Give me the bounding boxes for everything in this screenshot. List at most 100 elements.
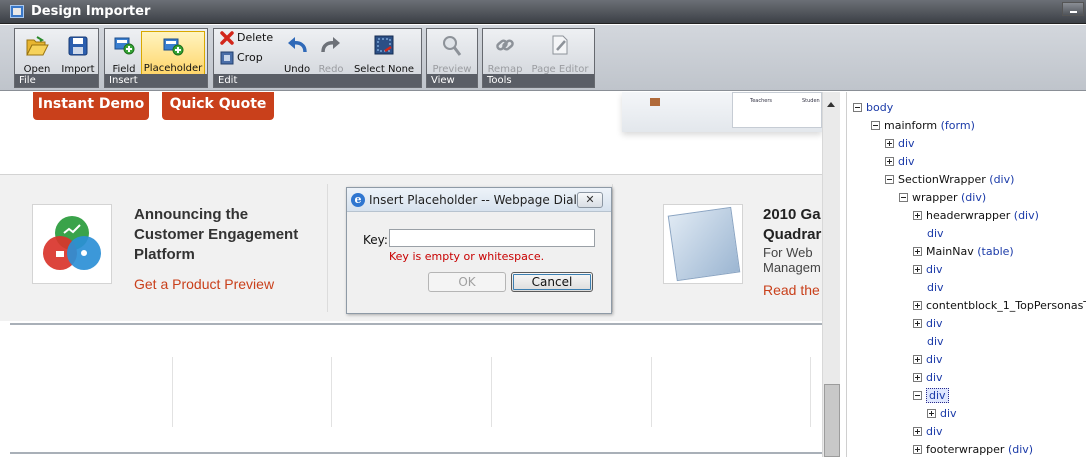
gartner-read-link[interactable]: Read the bbox=[763, 282, 820, 298]
tree-node-sectionwrapper[interactable]: SectionWrapper (div) bbox=[885, 171, 1014, 188]
announce-heading: Announcing the Customer Engagement Platf… bbox=[134, 205, 298, 265]
expand-icon[interactable] bbox=[913, 354, 922, 364]
tree-node-div[interactable]: div bbox=[927, 405, 957, 422]
insert-placeholder-dialog: e Insert Placeholder -- Webpage Dialog ✕… bbox=[346, 187, 612, 314]
crop-button[interactable]: Crop bbox=[220, 51, 263, 69]
key-input[interactable] bbox=[389, 229, 595, 247]
preview-button[interactable]: Preview bbox=[429, 31, 475, 75]
tree-node-wrapper[interactable]: wrapper (div) bbox=[899, 189, 986, 206]
tree-node-mainform[interactable]: mainform (form) bbox=[871, 117, 975, 134]
lower-column-line-5 bbox=[810, 357, 811, 427]
import-button[interactable]: Import bbox=[58, 31, 98, 75]
key-label: Key: bbox=[363, 233, 388, 247]
tree-node-div[interactable]: div bbox=[885, 135, 915, 152]
edit-group: Delete Crop Undo Redo Select None Edit bbox=[213, 28, 422, 88]
delete-x-icon bbox=[220, 31, 234, 45]
announce-heading-line2: Customer Engagement bbox=[134, 226, 299, 243]
tree-node-div-selected[interactable]: div bbox=[913, 387, 949, 404]
save-disk-icon bbox=[68, 36, 88, 56]
collapse-icon[interactable] bbox=[885, 174, 894, 184]
gartner-column-divider bbox=[612, 184, 613, 312]
delete-button[interactable]: Delete bbox=[220, 31, 273, 49]
tree-node-div[interactable]: div bbox=[927, 333, 944, 350]
report-thumbnail bbox=[663, 204, 743, 284]
tree-node-div[interactable]: div bbox=[913, 315, 943, 332]
lower-column-line-2 bbox=[331, 357, 332, 427]
cancel-button[interactable]: Cancel bbox=[511, 272, 593, 292]
page-editor-button[interactable]: Page Editor bbox=[527, 31, 593, 75]
expand-icon[interactable] bbox=[913, 444, 922, 454]
tree-node-headerwrapper[interactable]: headerwrapper (div) bbox=[913, 207, 1039, 224]
ok-button[interactable]: OK bbox=[428, 272, 506, 292]
redo-button[interactable]: Redo bbox=[315, 31, 347, 75]
collapse-icon[interactable] bbox=[853, 102, 862, 112]
view-group: Preview View bbox=[426, 28, 478, 88]
expand-icon[interactable] bbox=[885, 138, 894, 148]
field-button[interactable]: Field bbox=[108, 31, 140, 75]
close-icon: ✕ bbox=[585, 193, 595, 206]
scroll-thumb[interactable] bbox=[824, 384, 840, 457]
magnifier-icon bbox=[443, 36, 462, 56]
open-button[interactable]: Open bbox=[18, 31, 56, 75]
app-icon bbox=[10, 5, 24, 18]
collapse-icon[interactable] bbox=[871, 120, 880, 130]
undo-button[interactable]: Undo bbox=[280, 31, 314, 75]
expand-icon[interactable] bbox=[913, 426, 922, 436]
collapse-icon[interactable] bbox=[913, 390, 922, 400]
placeholder-button[interactable]: Placeholder bbox=[141, 31, 205, 75]
engagement-circles-icon bbox=[43, 216, 101, 270]
dialog-close-button[interactable]: ✕ bbox=[577, 192, 603, 208]
column-divider bbox=[327, 184, 328, 312]
ribbon-toolbar: Open Import File Field Placeholder Inser… bbox=[0, 25, 1086, 91]
window-title: Design Importer bbox=[31, 4, 151, 19]
expand-icon[interactable] bbox=[913, 210, 922, 220]
scroll-up-arrow-icon[interactable] bbox=[827, 102, 835, 107]
tree-node-div[interactable]: div bbox=[913, 261, 943, 278]
tree-node-div[interactable]: div bbox=[913, 423, 943, 440]
expand-icon[interactable] bbox=[913, 318, 922, 328]
expand-icon[interactable] bbox=[913, 264, 922, 274]
tree-node-mainnav[interactable]: MainNav (table) bbox=[913, 243, 1014, 260]
announce-heading-line3: Platform bbox=[134, 246, 195, 263]
collapse-icon[interactable] bbox=[899, 192, 908, 202]
gartner-sub-line1: For Web bbox=[763, 245, 813, 260]
expand-icon[interactable] bbox=[927, 408, 936, 418]
gartner-heading-line1: 2010 Ga bbox=[763, 206, 821, 223]
instant-demo-button[interactable]: Instant Demo bbox=[33, 92, 149, 120]
expand-icon[interactable] bbox=[913, 246, 922, 256]
folder-open-icon bbox=[26, 36, 49, 56]
ie-logo-icon: e bbox=[351, 193, 365, 207]
preview-scrollbar[interactable] bbox=[822, 92, 840, 457]
select-none-button[interactable]: Select None bbox=[348, 31, 420, 75]
expand-icon[interactable] bbox=[885, 156, 894, 166]
promo-teachers-text: Teachers bbox=[750, 98, 772, 104]
tools-group: Remap Page Editor Tools bbox=[482, 28, 595, 88]
tree-node-div[interactable]: div bbox=[927, 279, 944, 296]
gartner-sub-line2: Managem bbox=[763, 260, 821, 275]
bottom-divider bbox=[10, 452, 822, 454]
tree-node-contentblock[interactable]: contentblock_1_TopPersonasTabs bbox=[913, 297, 1086, 314]
quick-quote-button[interactable]: Quick Quote bbox=[162, 92, 274, 120]
announce-heading-line1: Announcing the bbox=[134, 206, 249, 223]
file-group-label: File bbox=[15, 74, 98, 87]
remap-button[interactable]: Remap bbox=[485, 31, 525, 75]
gartner-heading-line2: Quadrar bbox=[763, 226, 822, 243]
crop-icon bbox=[220, 51, 234, 65]
tree-node-footerwrapper[interactable]: footerwrapper (div) bbox=[913, 441, 1033, 457]
tree-node-body[interactable]: body bbox=[853, 99, 893, 116]
minimize-button[interactable] bbox=[1062, 2, 1084, 16]
expand-icon[interactable] bbox=[913, 372, 922, 382]
tree-node-div[interactable]: div bbox=[927, 225, 944, 242]
tree-node-div[interactable]: div bbox=[913, 351, 943, 368]
insert-group: Field Placeholder Insert bbox=[104, 28, 208, 88]
lower-column-line-3 bbox=[491, 357, 492, 427]
dialog-title-bar: e Insert Placeholder -- Webpage Dialog ✕ bbox=[347, 188, 611, 212]
gartner-sub: For Web Managem bbox=[763, 245, 821, 275]
product-preview-link[interactable]: Get a Product Preview bbox=[134, 276, 274, 292]
tree-node-div[interactable]: div bbox=[913, 369, 943, 386]
platform-logo bbox=[32, 204, 112, 284]
select-none-icon bbox=[374, 35, 394, 55]
remap-link-icon bbox=[496, 39, 514, 51]
expand-icon[interactable] bbox=[913, 300, 922, 310]
tree-node-div[interactable]: div bbox=[885, 153, 915, 170]
